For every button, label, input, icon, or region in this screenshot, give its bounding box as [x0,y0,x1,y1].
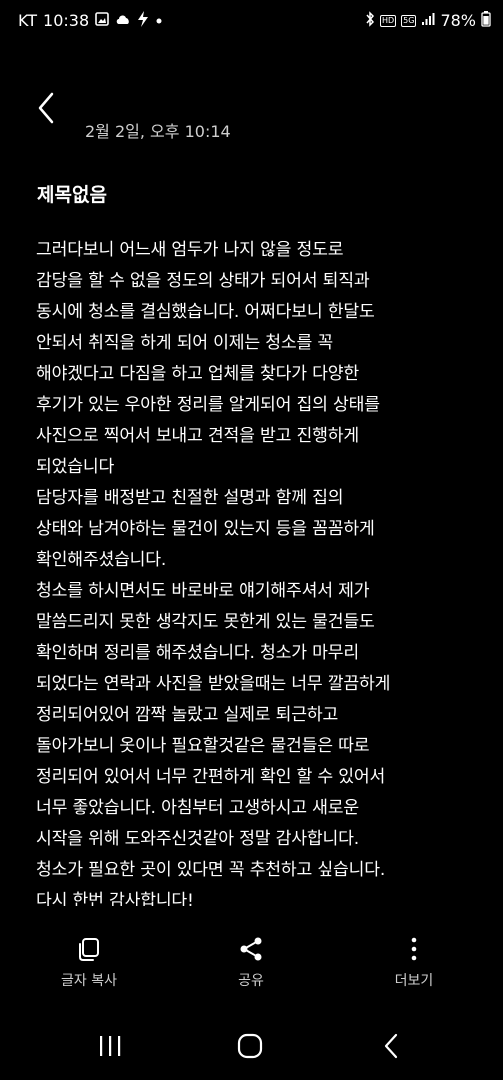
gallery-icon [95,12,109,29]
home-icon [237,1033,263,1059]
more-button[interactable]: 더보기 [359,928,469,990]
cloud-icon [115,13,131,28]
back-icon [384,1033,398,1059]
status-left: KT 10:38 [18,11,163,30]
message-body: 그러다보니 어느새 엄두가 나지 않을 정도로 그러다보니 어느새 엄두가 나지… [36,226,391,906]
carrier-label: KT [18,11,38,30]
share-icon [240,937,262,961]
clock: 10:38 [43,11,90,30]
bolt-icon [137,11,149,30]
home-button[interactable] [231,1028,271,1064]
share-button[interactable]: 공유 [196,928,306,990]
battery-icon [481,11,491,30]
message-title: 제목없음 [37,184,107,206]
copy-icon [79,938,99,961]
share-label: 공유 [238,973,264,989]
5g-icon: 5G [401,14,417,27]
back-button[interactable] [34,88,62,128]
bluetooth-icon [365,11,375,30]
navigation-bar [0,1018,503,1074]
message-content[interactable]: 그러다보니 어느새 엄두가 나지 않을 정도로 그러다보니 어느새 엄두가 나지… [36,226,481,906]
chevron-left-icon [38,92,54,124]
more-icon [411,937,417,961]
status-bar: KT 10:38 HD 5G 78% [0,0,503,44]
bottom-action-bar: 글자 복사 공유 더보기 [0,928,503,998]
hd-icon: HD [379,14,397,27]
battery-label: 78% [440,11,476,30]
copy-text-label: 글자 복사 [61,973,117,989]
recent-apps-icon [100,1036,121,1056]
status-right: HD 5G 78% [365,11,491,30]
message-date: 2월 2일, 오후 10:14 [85,122,231,141]
signal-icon [421,12,435,29]
recent-apps-button[interactable] [90,1028,130,1064]
nav-back-button[interactable] [372,1028,412,1064]
copy-text-button[interactable]: 글자 복사 [34,928,144,990]
dot-icon [155,14,163,28]
more-label: 더보기 [394,973,434,989]
